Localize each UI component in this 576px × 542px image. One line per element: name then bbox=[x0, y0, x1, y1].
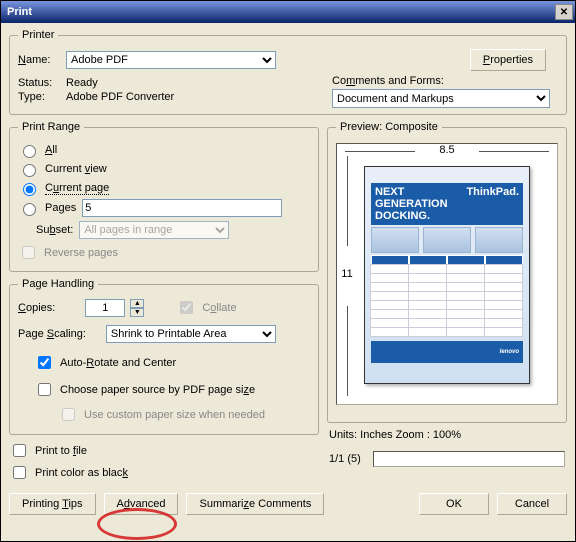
type-label: Type: bbox=[18, 91, 60, 103]
page-handling-group: Page Handling Copies: ▲▼ Collate Page Sc… bbox=[9, 278, 319, 435]
radio-all[interactable] bbox=[23, 145, 36, 158]
ok-button[interactable]: OK bbox=[419, 493, 489, 515]
properties-button[interactable]: Properties bbox=[470, 49, 546, 71]
print-to-file-check[interactable] bbox=[13, 444, 26, 457]
print-range-group: Print Range All Current view Current pag… bbox=[9, 121, 319, 272]
radio-current-page[interactable] bbox=[23, 183, 36, 196]
print-black-label: Print color as black bbox=[35, 467, 128, 479]
preview-group: Preview: Composite 8.5 11 NEXT GENERATIO… bbox=[327, 121, 567, 423]
advanced-button[interactable]: Advanced bbox=[104, 493, 179, 515]
doc-title: NEXT GENERATION DOCKING. bbox=[375, 186, 466, 222]
subset-select[interactable]: All pages in range bbox=[79, 221, 229, 239]
pages-input[interactable] bbox=[82, 199, 282, 217]
comments-label: Comments and Forms: bbox=[332, 75, 558, 87]
choose-source-check[interactable] bbox=[38, 383, 51, 396]
printing-tips-button[interactable]: Printing Tips bbox=[9, 493, 96, 515]
name-label: Name: bbox=[18, 54, 60, 66]
preview-page: NEXT GENERATION DOCKING.ThinkPad. bbox=[364, 166, 530, 384]
radio-current-view-label: Current view bbox=[45, 163, 107, 175]
radio-pages-label: Pages bbox=[45, 202, 76, 214]
brand-tr: ThinkPad. bbox=[466, 186, 519, 222]
reverse-check[interactable] bbox=[22, 246, 35, 259]
dim-width: 8.5 bbox=[337, 144, 557, 156]
page-slider[interactable] bbox=[373, 451, 565, 467]
preview-legend: Preview: Composite bbox=[336, 121, 442, 133]
print-to-file-label: Print to file bbox=[35, 445, 87, 457]
range-legend: Print Range bbox=[18, 121, 84, 133]
titlebar: Print ✕ bbox=[1, 1, 575, 23]
copies-label: Copies: bbox=[18, 302, 55, 314]
printer-name-select[interactable]: Adobe PDF bbox=[66, 51, 276, 69]
handling-legend: Page Handling bbox=[18, 278, 98, 290]
print-dialog: Print ✕ Printer Name: Adobe PDF Properti… bbox=[0, 0, 576, 542]
summarize-button[interactable]: Summarize Comments bbox=[186, 493, 324, 515]
brand-br: lenovo bbox=[500, 349, 519, 355]
radio-current-view[interactable] bbox=[23, 164, 36, 177]
dim-height: 11 bbox=[341, 268, 352, 280]
collate-label: Collate bbox=[202, 302, 236, 314]
subset-label: Subset: bbox=[36, 224, 73, 236]
printer-group: Printer Name: Adobe PDF Properties Statu… bbox=[9, 29, 567, 115]
auto-rotate-check[interactable] bbox=[38, 356, 51, 369]
spin-up-icon[interactable]: ▲ bbox=[130, 299, 144, 308]
scaling-select[interactable]: Shrink to Printable Area bbox=[106, 325, 276, 343]
choose-source-label: Choose paper source by PDF page size bbox=[60, 384, 255, 396]
print-black-check[interactable] bbox=[13, 466, 26, 479]
type-value: Adobe PDF Converter bbox=[66, 91, 174, 103]
radio-all-label: All bbox=[45, 144, 57, 156]
status-label: Status: bbox=[18, 77, 60, 89]
reverse-label: Reverse pages bbox=[44, 247, 118, 259]
copies-spinner[interactable]: ▲▼ bbox=[130, 299, 144, 317]
cancel-button[interactable]: Cancel bbox=[497, 493, 567, 515]
preview-canvas: 8.5 11 NEXT GENERATION DOCKING.ThinkPad. bbox=[336, 143, 558, 405]
radio-current-page-label: Current page bbox=[45, 182, 109, 195]
collate-check[interactable] bbox=[180, 301, 193, 314]
window-title: Print bbox=[7, 6, 555, 18]
custom-paper-label: Use custom paper size when needed bbox=[84, 409, 265, 421]
units-label: Units: Inches Zoom : 100% bbox=[329, 429, 565, 441]
comments-select[interactable]: Document and Markups bbox=[332, 89, 550, 108]
scaling-label: Page Scaling: bbox=[18, 328, 86, 340]
radio-pages[interactable] bbox=[23, 203, 36, 216]
custom-paper-check[interactable] bbox=[62, 408, 75, 421]
auto-rotate-label: Auto-Rotate and Center bbox=[60, 357, 176, 369]
copies-input[interactable] bbox=[85, 299, 125, 317]
page-counter: 1/1 (5) bbox=[329, 453, 361, 465]
close-icon[interactable]: ✕ bbox=[555, 4, 573, 20]
spin-down-icon[interactable]: ▼ bbox=[130, 308, 144, 317]
status-value: Ready bbox=[66, 77, 98, 89]
printer-legend: Printer bbox=[18, 29, 58, 41]
